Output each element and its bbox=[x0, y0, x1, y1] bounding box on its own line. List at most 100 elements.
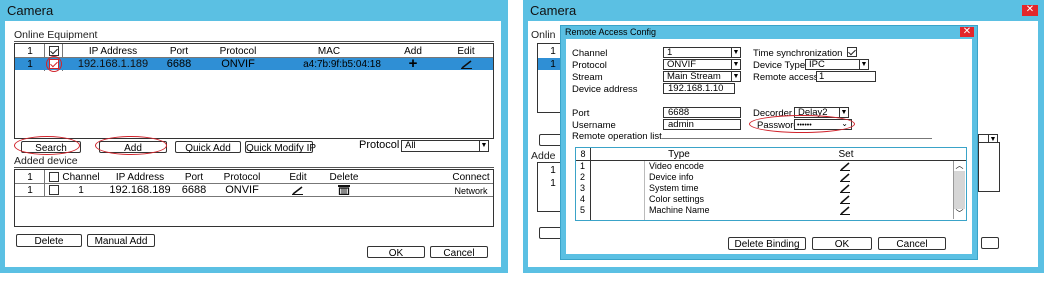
edit-pencil-icon[interactable] bbox=[292, 186, 304, 195]
column-header-mac: MAC bbox=[317, 46, 341, 57]
background-table bbox=[978, 142, 1000, 192]
column-header-type: Type bbox=[668, 149, 690, 160]
camera-window-left: Camera Online Equipment 1 IP Address Por… bbox=[0, 0, 508, 273]
select-all-checkbox[interactable] bbox=[49, 172, 59, 182]
row-index: 1 bbox=[550, 59, 556, 70]
background-button bbox=[981, 237, 999, 249]
close-icon[interactable]: ✕ bbox=[960, 27, 974, 37]
port-label: Port bbox=[572, 108, 590, 119]
protocol-value: ONVIF bbox=[667, 59, 697, 70]
row-index: 4 bbox=[580, 194, 586, 204]
chevron-down-icon[interactable]: ▼ bbox=[859, 60, 868, 69]
protocol-label: Protocol bbox=[572, 60, 607, 71]
column-header-count: 1 bbox=[27, 172, 33, 183]
stream-value: Main Stream bbox=[667, 71, 721, 82]
chevron-down-icon[interactable]: ▼ bbox=[731, 48, 740, 57]
port-input[interactable]: 6688 bbox=[663, 107, 741, 118]
protocol-select-value: All bbox=[405, 140, 416, 151]
group-rule bbox=[14, 41, 494, 42]
col-divider bbox=[590, 148, 591, 220]
row-index: 1 bbox=[550, 46, 556, 57]
col-divider bbox=[644, 161, 645, 220]
select-all-checkbox[interactable] bbox=[49, 46, 59, 56]
ok-button[interactable]: OK bbox=[812, 237, 872, 250]
row-index: 1 bbox=[27, 59, 33, 70]
online-equipment-table: 1 IP Address Port Protocol MAC Add Edit … bbox=[14, 43, 494, 139]
stream-select[interactable]: Main Stream ▼ bbox=[663, 71, 741, 82]
ok-button[interactable]: OK bbox=[367, 246, 425, 259]
row-type: Video encode bbox=[649, 161, 704, 171]
cancel-button[interactable]: Cancel bbox=[878, 237, 946, 250]
scroll-down-icon[interactable]: ﹀ bbox=[954, 209, 965, 219]
channel-value: 1 bbox=[667, 47, 673, 58]
column-header-count: 1 bbox=[27, 46, 33, 57]
quick-add-button[interactable]: Quick Add bbox=[175, 141, 241, 154]
chevron-down-icon[interactable]: ▼ bbox=[479, 141, 488, 151]
search-button[interactable]: Search bbox=[21, 141, 81, 154]
eye-icon[interactable]: ⌄ bbox=[841, 119, 848, 129]
row-divider bbox=[15, 196, 493, 197]
username-input[interactable]: admin bbox=[663, 119, 741, 130]
set-pencil-icon[interactable] bbox=[840, 184, 851, 193]
time-sync-checkbox[interactable] bbox=[847, 47, 857, 57]
password-input[interactable]: •••••• ⌄ bbox=[794, 119, 852, 130]
channel-select[interactable]: 1 ▼ bbox=[663, 47, 741, 58]
list-scrollbar[interactable]: ︿ ﹀ bbox=[953, 161, 965, 219]
trash-icon[interactable] bbox=[337, 184, 351, 195]
set-pencil-icon[interactable] bbox=[840, 195, 851, 204]
chevron-down-icon[interactable]: ▼ bbox=[731, 72, 740, 81]
add-button[interactable]: Add bbox=[99, 141, 167, 154]
protocol-select[interactable]: ONVIF ▼ bbox=[663, 59, 741, 70]
protocol-label: Protocol bbox=[359, 139, 400, 151]
window-title: Camera bbox=[530, 3, 577, 18]
row-index: 1 bbox=[27, 185, 33, 196]
time-sync-label: Time synchronization bbox=[753, 48, 843, 59]
set-pencil-icon[interactable] bbox=[840, 162, 851, 171]
row-connect: Network bbox=[454, 186, 488, 196]
quick-modify-ip-button[interactable]: Quick Modify IP bbox=[245, 141, 316, 154]
online-equipment-label: Online Equipment bbox=[14, 29, 98, 41]
header-divider bbox=[576, 160, 966, 161]
column-header-port: Port bbox=[184, 172, 204, 183]
add-device-icon[interactable]: + bbox=[409, 55, 418, 72]
column-header-connect: Connect bbox=[452, 172, 490, 183]
remote-access-label: Remote access bbox=[753, 72, 819, 83]
remote-access-config-dialog: Remote Access Config ✕ Channel Protocol … bbox=[560, 25, 978, 260]
col-divider bbox=[44, 170, 45, 197]
set-pencil-icon[interactable] bbox=[840, 206, 851, 215]
row-type: Machine Name bbox=[649, 205, 710, 215]
window-body: Online Equipment 1 IP Address Port Proto… bbox=[5, 21, 501, 267]
column-header-protocol: Protocol bbox=[223, 172, 261, 183]
device-address-input[interactable]: 192.168.1.10 bbox=[663, 83, 735, 94]
password-value: •••••• bbox=[797, 122, 812, 129]
password-label: Password bbox=[757, 120, 799, 131]
manual-add-button[interactable]: Manual Add bbox=[87, 234, 155, 247]
column-header-count: 8 bbox=[580, 149, 586, 159]
row-index: 2 bbox=[580, 172, 586, 182]
row-type: System time bbox=[649, 183, 699, 193]
column-header-ip: IP Address bbox=[115, 172, 165, 183]
decoder-select[interactable]: Delay2 ▼ bbox=[794, 107, 849, 118]
chevron-down-icon[interactable]: ▼ bbox=[731, 60, 740, 69]
decoder-label: Decorder bbox=[753, 108, 793, 119]
column-header-delete: Delete bbox=[329, 172, 359, 183]
device-type-select[interactable]: IPC ▼ bbox=[805, 59, 869, 70]
row-ip: 192.168.189 bbox=[109, 184, 171, 196]
row-port: 6688 bbox=[181, 184, 207, 196]
row-checkbox[interactable] bbox=[49, 185, 59, 195]
set-pencil-icon[interactable] bbox=[840, 173, 851, 182]
row-checkbox[interactable] bbox=[49, 59, 59, 69]
remote-access-input[interactable]: 1 bbox=[816, 71, 876, 82]
row-index: 1 bbox=[580, 161, 586, 171]
row-type: Device info bbox=[649, 172, 694, 182]
close-icon[interactable]: ✕ bbox=[1022, 5, 1038, 16]
online-equipment-label: Onlin bbox=[531, 29, 556, 41]
delete-binding-button[interactable]: Delete Binding bbox=[728, 237, 806, 250]
protocol-select[interactable]: All ▼ bbox=[401, 140, 489, 152]
cancel-button[interactable]: Cancel bbox=[430, 246, 488, 259]
edit-pencil-icon[interactable] bbox=[461, 60, 473, 69]
chevron-down-icon[interactable]: ▼ bbox=[839, 108, 848, 117]
scroll-up-icon[interactable]: ︿ bbox=[954, 161, 965, 171]
delete-button[interactable]: Delete bbox=[16, 234, 82, 247]
row-index: 1 bbox=[550, 165, 556, 176]
